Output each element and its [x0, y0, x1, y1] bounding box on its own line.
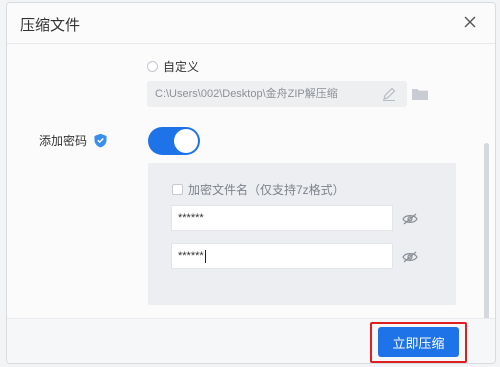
dialog-body: 自定义 C:\Users\002\Desktop\金舟ZIP解压缩 添加密码 加…	[7, 44, 495, 318]
dialog-title: 压缩文件	[20, 17, 81, 34]
shield-icon	[93, 133, 108, 148]
confirm-password-input-value: ******	[178, 250, 204, 262]
text-caret	[204, 249, 206, 263]
dialog-header: 压缩文件	[7, 3, 495, 44]
password-input[interactable]: ******	[171, 205, 393, 231]
custom-path-radio-label: 自定义	[163, 60, 200, 74]
compress-dialog: 压缩文件 自定义 C:\Users\002\Desktop\金舟ZIP解压缩 添…	[6, 2, 496, 364]
output-path-field[interactable]: C:\Users\002\Desktop\金舟ZIP解压缩	[147, 81, 407, 107]
close-icon[interactable]	[459, 11, 481, 33]
eye-icon[interactable]	[402, 250, 418, 263]
custom-path-radio-row[interactable]: 自定义	[147, 58, 199, 75]
custom-path-radio[interactable]	[147, 61, 158, 72]
encrypt-filename-checkbox[interactable]	[172, 184, 183, 195]
confirm-password-input[interactable]: ******	[171, 243, 393, 269]
password-panel: 加密文件名（仅支持7z格式） ****** ******	[148, 163, 456, 305]
add-password-label: 添加密码	[39, 134, 88, 148]
add-password-label-row: 添加密码	[39, 132, 108, 149]
eye-icon[interactable]	[402, 212, 418, 225]
encrypt-filename-label: 加密文件名（仅支持7z格式）	[188, 183, 345, 197]
edit-icon[interactable]	[381, 86, 397, 102]
toggle-knob	[174, 129, 198, 153]
folder-icon[interactable]	[411, 87, 429, 101]
dialog-footer: 立即压缩	[7, 318, 495, 363]
vertical-scrollbar[interactable]	[484, 143, 489, 328]
add-password-toggle[interactable]	[148, 127, 200, 155]
password-input-value: ******	[178, 212, 204, 224]
compress-now-button[interactable]: 立即压缩	[378, 327, 459, 357]
encrypt-filename-row[interactable]: 加密文件名（仅支持7z格式）	[172, 181, 345, 198]
